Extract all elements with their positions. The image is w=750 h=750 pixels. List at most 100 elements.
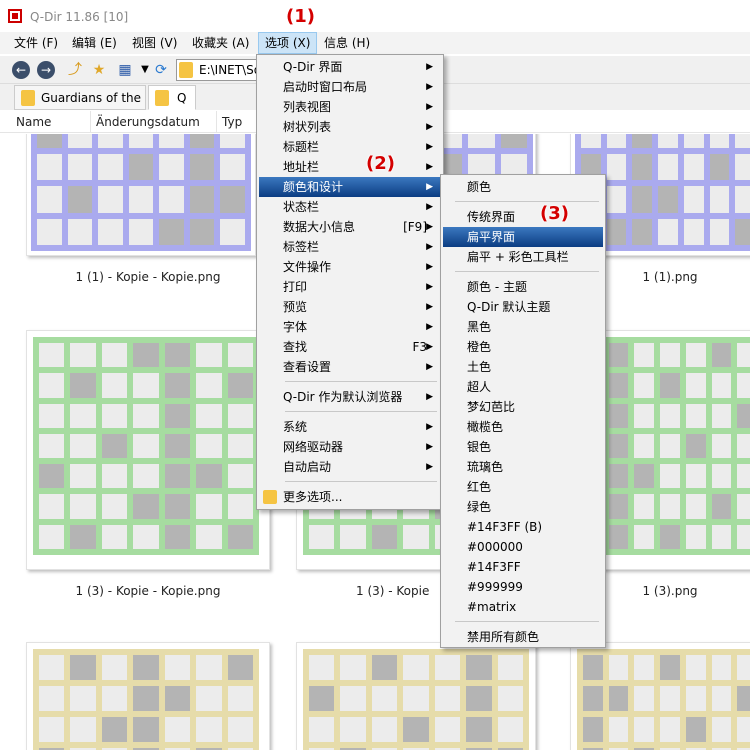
menu-file[interactable]: 文件 (F): [8, 32, 64, 54]
options-menu-item[interactable]: 更多选项...: [259, 487, 441, 507]
column-divider[interactable]: [216, 111, 217, 133]
grid-cell: [340, 717, 366, 742]
grid-cell: [133, 373, 159, 398]
grid-cell: [39, 717, 65, 742]
color-submenu-item[interactable]: #14F3FF: [443, 557, 603, 577]
options-menu-item[interactable]: 打印 ▶: [259, 277, 441, 297]
options-menu-item[interactable]: 字体 ▶: [259, 317, 441, 337]
grid-cell: [608, 464, 629, 489]
menu-view[interactable]: 视图 (V): [126, 32, 183, 54]
up-folder-icon[interactable]: ⤴: [66, 61, 84, 79]
grid-cell: [735, 186, 750, 213]
menu-edit[interactable]: 编辑 (E): [66, 32, 123, 54]
menu-bar: 文件 (F) 编辑 (E) 视图 (V) 收藏夹 (A) 选项 (X) 信息 (…: [0, 32, 750, 54]
color-submenu-item[interactable]: 梦幻芭比: [443, 397, 603, 417]
grid-cell: [220, 186, 245, 213]
grid-cell: [685, 433, 706, 459]
grid-cell: [737, 494, 750, 519]
view-mode-icon[interactable]: ▦: [116, 61, 134, 79]
color-submenu-item[interactable]: 橄榄色: [443, 417, 603, 437]
grid-cell: [737, 464, 750, 489]
color-submenu-item[interactable]: 扁平 + 彩色工具栏: [443, 247, 603, 267]
options-menu-item[interactable]: 网络驱动器 ▶: [259, 437, 441, 457]
options-menu-item[interactable]: 查找 F3 ▶: [259, 337, 441, 357]
file-name[interactable]: 1 (1) - Kopie - Kopie.png: [26, 270, 270, 284]
menu-item-label: 查找: [283, 340, 308, 354]
grid-cell: [497, 655, 523, 680]
options-menu-item[interactable]: 自动启动 ▶: [259, 457, 441, 477]
color-submenu-item[interactable]: #matrix: [443, 597, 603, 617]
menu-options[interactable]: 选项 (X): [258, 32, 318, 54]
grid-cell: [634, 343, 655, 368]
color-submenu-item[interactable]: 银色: [443, 437, 603, 457]
refresh-icon[interactable]: ⟳: [152, 61, 170, 79]
grid-cell: [497, 717, 523, 742]
color-submenu-item[interactable]: #000000: [443, 537, 603, 557]
grid-cell: [711, 494, 732, 519]
color-submenu-item[interactable]: #999999: [443, 577, 603, 597]
options-menu-item[interactable]: 文件操作 ▶: [259, 257, 441, 277]
file-name[interactable]: 1 (3) - Kopie - Kopie.png: [26, 584, 270, 598]
color-submenu-item[interactable]: 超人: [443, 377, 603, 397]
column-divider[interactable]: [90, 111, 91, 133]
options-menu-item[interactable]: 系统 ▶: [259, 417, 441, 437]
tab-q[interactable]: Q: [148, 85, 196, 110]
folder-icon: [155, 90, 169, 106]
color-submenu-item[interactable]: 传统界面: [443, 207, 603, 227]
back-icon[interactable]: ←: [12, 61, 30, 79]
color-submenu-item[interactable]: 扁平界面: [443, 227, 603, 247]
options-menu-item[interactable]: 状态栏 ▶: [259, 197, 441, 217]
options-menu-item[interactable]: 预览 ▶: [259, 297, 441, 317]
grid-cell: [683, 186, 704, 213]
grid-cell: [685, 494, 706, 519]
column-name[interactable]: Name: [16, 115, 51, 129]
column-date[interactable]: Änderungsdatum: [96, 115, 200, 129]
color-submenu-item[interactable]: 红色: [443, 477, 603, 497]
options-menu-item[interactable]: 列表视图 ▶: [259, 97, 441, 117]
grid-cell: [133, 433, 159, 459]
thumbnail[interactable]: [570, 642, 750, 750]
color-submenu-item[interactable]: 琉璃色: [443, 457, 603, 477]
column-type[interactable]: Typ: [222, 115, 242, 129]
grid-cell: [632, 153, 653, 180]
options-menu-item[interactable]: 查看设置 ▶: [259, 357, 441, 377]
color-submenu-item[interactable]: 颜色: [443, 177, 603, 197]
file-name[interactable]: 1 (3).png: [620, 584, 720, 598]
tab-guardians[interactable]: Guardians of the: [14, 85, 146, 110]
options-menu-item[interactable]: 地址栏 ▶: [259, 157, 441, 177]
color-submenu-item[interactable]: #14F3FF (B): [443, 517, 603, 537]
options-menu-item[interactable]: 树状列表 ▶: [259, 117, 441, 137]
grid-cell: [133, 717, 159, 742]
file-name[interactable]: 1 (1).png: [620, 270, 720, 284]
thumbnail[interactable]: [26, 134, 256, 256]
new-folder-icon[interactable]: ★: [90, 61, 108, 79]
grid-cell: [39, 686, 65, 711]
options-menu-item[interactable]: 颜色和设计 ▶: [259, 177, 441, 197]
grid-cell: [434, 717, 461, 742]
submenu-arrow-icon: ▶: [426, 122, 433, 132]
grid-cell: [634, 494, 655, 519]
options-menu-item[interactable]: Q-Dir 作为默认浏览器 ▶: [259, 387, 441, 407]
thumbnail[interactable]: [296, 642, 536, 750]
color-submenu-item[interactable]: 颜色 - 主题: [443, 277, 603, 297]
grid-cell: [711, 686, 732, 711]
menu-favorites[interactable]: 收藏夹 (A): [186, 32, 255, 54]
thumbnail[interactable]: [26, 330, 270, 570]
forward-icon[interactable]: →: [37, 61, 55, 79]
color-submenu-item[interactable]: 禁用所有颜色: [443, 627, 603, 647]
menu-info[interactable]: 信息 (H): [318, 32, 376, 54]
options-menu-item[interactable]: 数据大小信息 [F9] ▶: [259, 217, 441, 237]
menu-item-label: 地址栏: [283, 160, 320, 174]
grid-cell: [685, 403, 706, 428]
options-menu-item[interactable]: 启动时窗口布局 ▶: [259, 77, 441, 97]
color-submenu-item[interactable]: 土色: [443, 357, 603, 377]
color-submenu-item[interactable]: 绿色: [443, 497, 603, 517]
color-submenu-item[interactable]: 橙色: [443, 337, 603, 357]
grid-cell: [39, 373, 65, 398]
color-submenu-item[interactable]: 黑色: [443, 317, 603, 337]
options-menu-item[interactable]: Q-Dir 界面 ▶: [259, 57, 441, 77]
options-menu-item[interactable]: 标题栏 ▶: [259, 137, 441, 157]
thumbnail[interactable]: [26, 642, 270, 750]
options-menu-item[interactable]: 标签栏 ▶: [259, 237, 441, 257]
color-submenu-item[interactable]: Q-Dir 默认主题: [443, 297, 603, 317]
